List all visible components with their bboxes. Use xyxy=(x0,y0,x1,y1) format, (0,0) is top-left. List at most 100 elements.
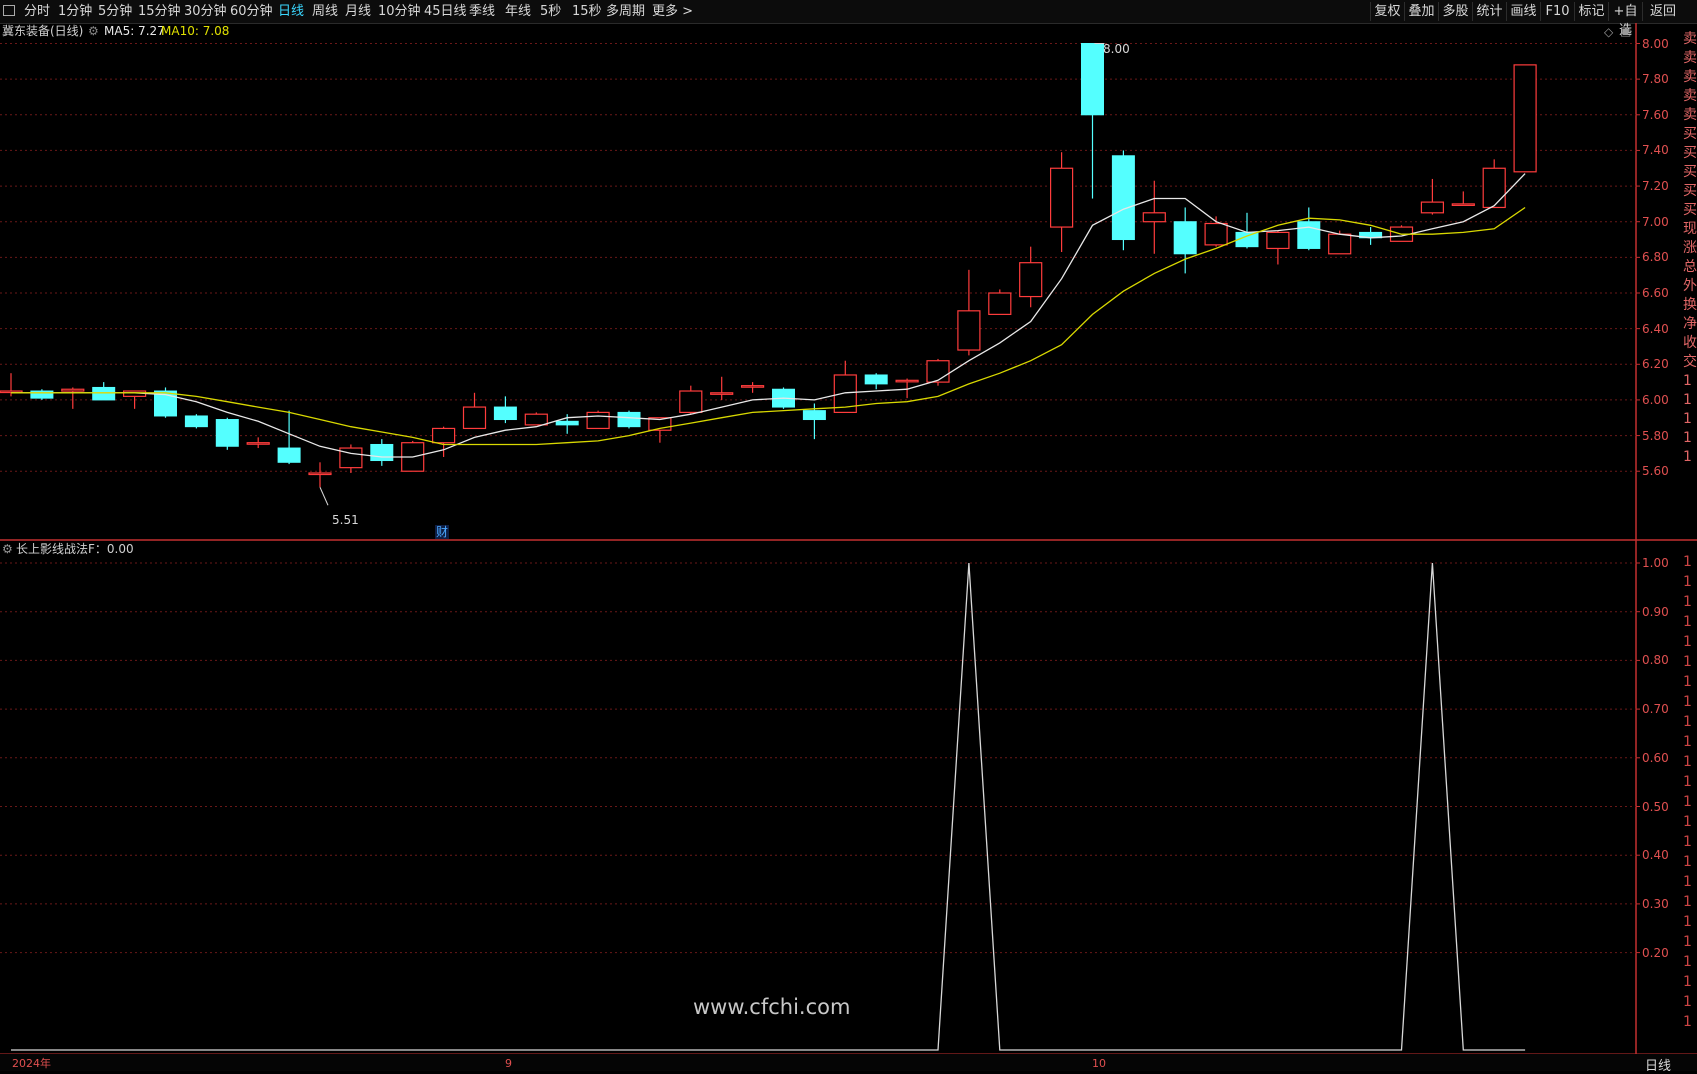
candle-body-up xyxy=(308,472,332,476)
candle-body-up xyxy=(957,310,981,351)
indicator-tick-label: 0.30 xyxy=(1642,896,1669,911)
chart-canvas xyxy=(0,23,1697,1066)
diamond-icon[interactable]: ◇ xyxy=(1604,25,1613,39)
candle-body-up xyxy=(524,413,548,426)
right-panel-edge: 1 xyxy=(1683,794,1692,810)
price-tick-label: 7.00 xyxy=(1642,214,1669,229)
candle-body-up xyxy=(61,388,85,392)
status-bar xyxy=(0,1054,1697,1071)
candle-body-up xyxy=(1420,201,1445,214)
right-panel-edge: 1 xyxy=(1683,754,1692,770)
indicator-tick-label: 0.40 xyxy=(1642,848,1669,863)
candle-body-up xyxy=(586,411,610,430)
right-panel-edge: 1 xyxy=(1683,594,1692,610)
right-panel-char: 1 xyxy=(1683,373,1692,389)
right-panel-char: 买 xyxy=(1683,183,1697,199)
candle-body-up xyxy=(1019,262,1043,298)
candle-body-up xyxy=(679,390,703,414)
candle-body-up xyxy=(895,379,919,383)
candle-body-down xyxy=(864,374,888,385)
indicator-tick-label: 0.90 xyxy=(1642,604,1669,619)
ma10-legend: MA10: 7.08 xyxy=(161,24,230,38)
candle-body-up xyxy=(926,360,950,383)
window-toggle-icon[interactable]: ▣ xyxy=(1620,24,1631,38)
candle-body-up xyxy=(1204,222,1228,246)
price-tick-label: 7.60 xyxy=(1642,107,1669,122)
right-panel-char: 净 xyxy=(1683,316,1697,332)
right-panel-edge: 1 xyxy=(1683,974,1692,990)
right-panel-edge: 1 xyxy=(1683,694,1692,710)
candle-body-down xyxy=(1111,155,1135,241)
indicator-tick-label: 0.50 xyxy=(1642,799,1669,814)
indicator-tick-label: 1.00 xyxy=(1642,556,1669,570)
candle-body-up xyxy=(740,385,765,388)
price-tick-label: 6.80 xyxy=(1642,250,1669,265)
candle-body-down xyxy=(92,386,116,401)
right-panel-char: 买 xyxy=(1683,202,1697,218)
candle-body-down xyxy=(555,420,579,426)
right-panel-edge: 1 xyxy=(1683,934,1692,950)
candle-body-up xyxy=(988,292,1012,315)
candle-body-down xyxy=(30,390,54,399)
right-panel-edge: 1 xyxy=(1683,814,1692,830)
indicator-tick-label: 0.80 xyxy=(1642,653,1669,668)
indicator-settings-icon[interactable]: ⚙ xyxy=(2,542,13,556)
candle-body-up xyxy=(1513,64,1537,173)
right-panel-char: 1 xyxy=(1683,411,1692,427)
right-panel-edge: 1 xyxy=(1683,914,1692,930)
right-panel-edge: 1 xyxy=(1683,654,1692,670)
candle-body-up xyxy=(710,392,734,395)
candle-body-down xyxy=(277,447,301,463)
right-panel-char: 1 xyxy=(1683,430,1692,446)
x-axis-label: 9 xyxy=(505,1057,512,1070)
price-tick-label: 7.20 xyxy=(1642,179,1669,194)
right-panel-char: 卖 xyxy=(1683,88,1697,104)
right-panel-edge: 1 xyxy=(1683,874,1692,890)
candle-body-up xyxy=(1451,203,1475,206)
finance-badge[interactable]: 财 xyxy=(435,525,450,539)
ma-line-ma5 xyxy=(11,173,1526,458)
right-panel-char: 收 xyxy=(1683,335,1697,351)
right-panel-edge: 1 xyxy=(1683,634,1692,650)
right-panel-edge: 1 xyxy=(1683,854,1692,870)
ma-settings-icon[interactable]: ⚙ xyxy=(88,24,99,38)
candle-body-down xyxy=(617,411,641,428)
ma5-legend: MA5: 7.27 xyxy=(104,24,165,38)
right-panel-edge: 1 xyxy=(1683,714,1692,730)
right-panel-edge: 1 xyxy=(1683,834,1692,850)
indicator-title: 长上影线战法F：0.00 xyxy=(16,542,134,556)
price-tick-label: 8.00 xyxy=(1642,36,1669,51)
price-tick-label: 7.80 xyxy=(1642,72,1669,87)
stock-title: 冀东装备(日线) xyxy=(2,24,84,38)
right-panel-char: 卖 xyxy=(1683,69,1697,85)
candle-body-up xyxy=(1328,233,1352,255)
right-panel-edge: 1 xyxy=(1683,1014,1692,1030)
price-tick-label: 5.60 xyxy=(1642,464,1669,479)
candle-body-up xyxy=(462,406,487,430)
candle-body-down xyxy=(184,415,208,428)
right-panel-edge: 1 xyxy=(1683,674,1692,690)
right-panel-char: 买 xyxy=(1683,126,1697,142)
period-label[interactable]: 日线 xyxy=(1645,1055,1671,1074)
price-tick-label: 6.60 xyxy=(1642,286,1669,300)
right-panel-char: 卖 xyxy=(1683,50,1697,66)
right-panel-char: 换 xyxy=(1683,297,1697,313)
right-panel-edge: 1 xyxy=(1683,994,1692,1010)
candle-body-down xyxy=(370,443,394,462)
right-panel-char: 涨 xyxy=(1683,240,1697,256)
right-panel-edge: 1 xyxy=(1683,574,1692,590)
right-panel-char: 交 xyxy=(1683,354,1697,370)
candle-body-down xyxy=(1081,43,1104,116)
candle-body-up xyxy=(1049,167,1074,228)
right-panel-edge: 1 xyxy=(1683,894,1692,910)
right-panel-char: 总 xyxy=(1683,259,1697,275)
right-panel-char: 1 xyxy=(1683,449,1692,465)
price-tick-label: 5.80 xyxy=(1642,428,1669,443)
candle-body-down xyxy=(215,419,239,447)
low-marker: 5.51 xyxy=(332,513,359,527)
right-panel-char: 1 xyxy=(1683,392,1692,408)
candle-body-up xyxy=(1266,231,1290,250)
right-panel-edge: 1 xyxy=(1683,954,1692,970)
right-panel-char: 卖 xyxy=(1683,31,1697,47)
right-panel-char: 外 xyxy=(1683,278,1697,294)
